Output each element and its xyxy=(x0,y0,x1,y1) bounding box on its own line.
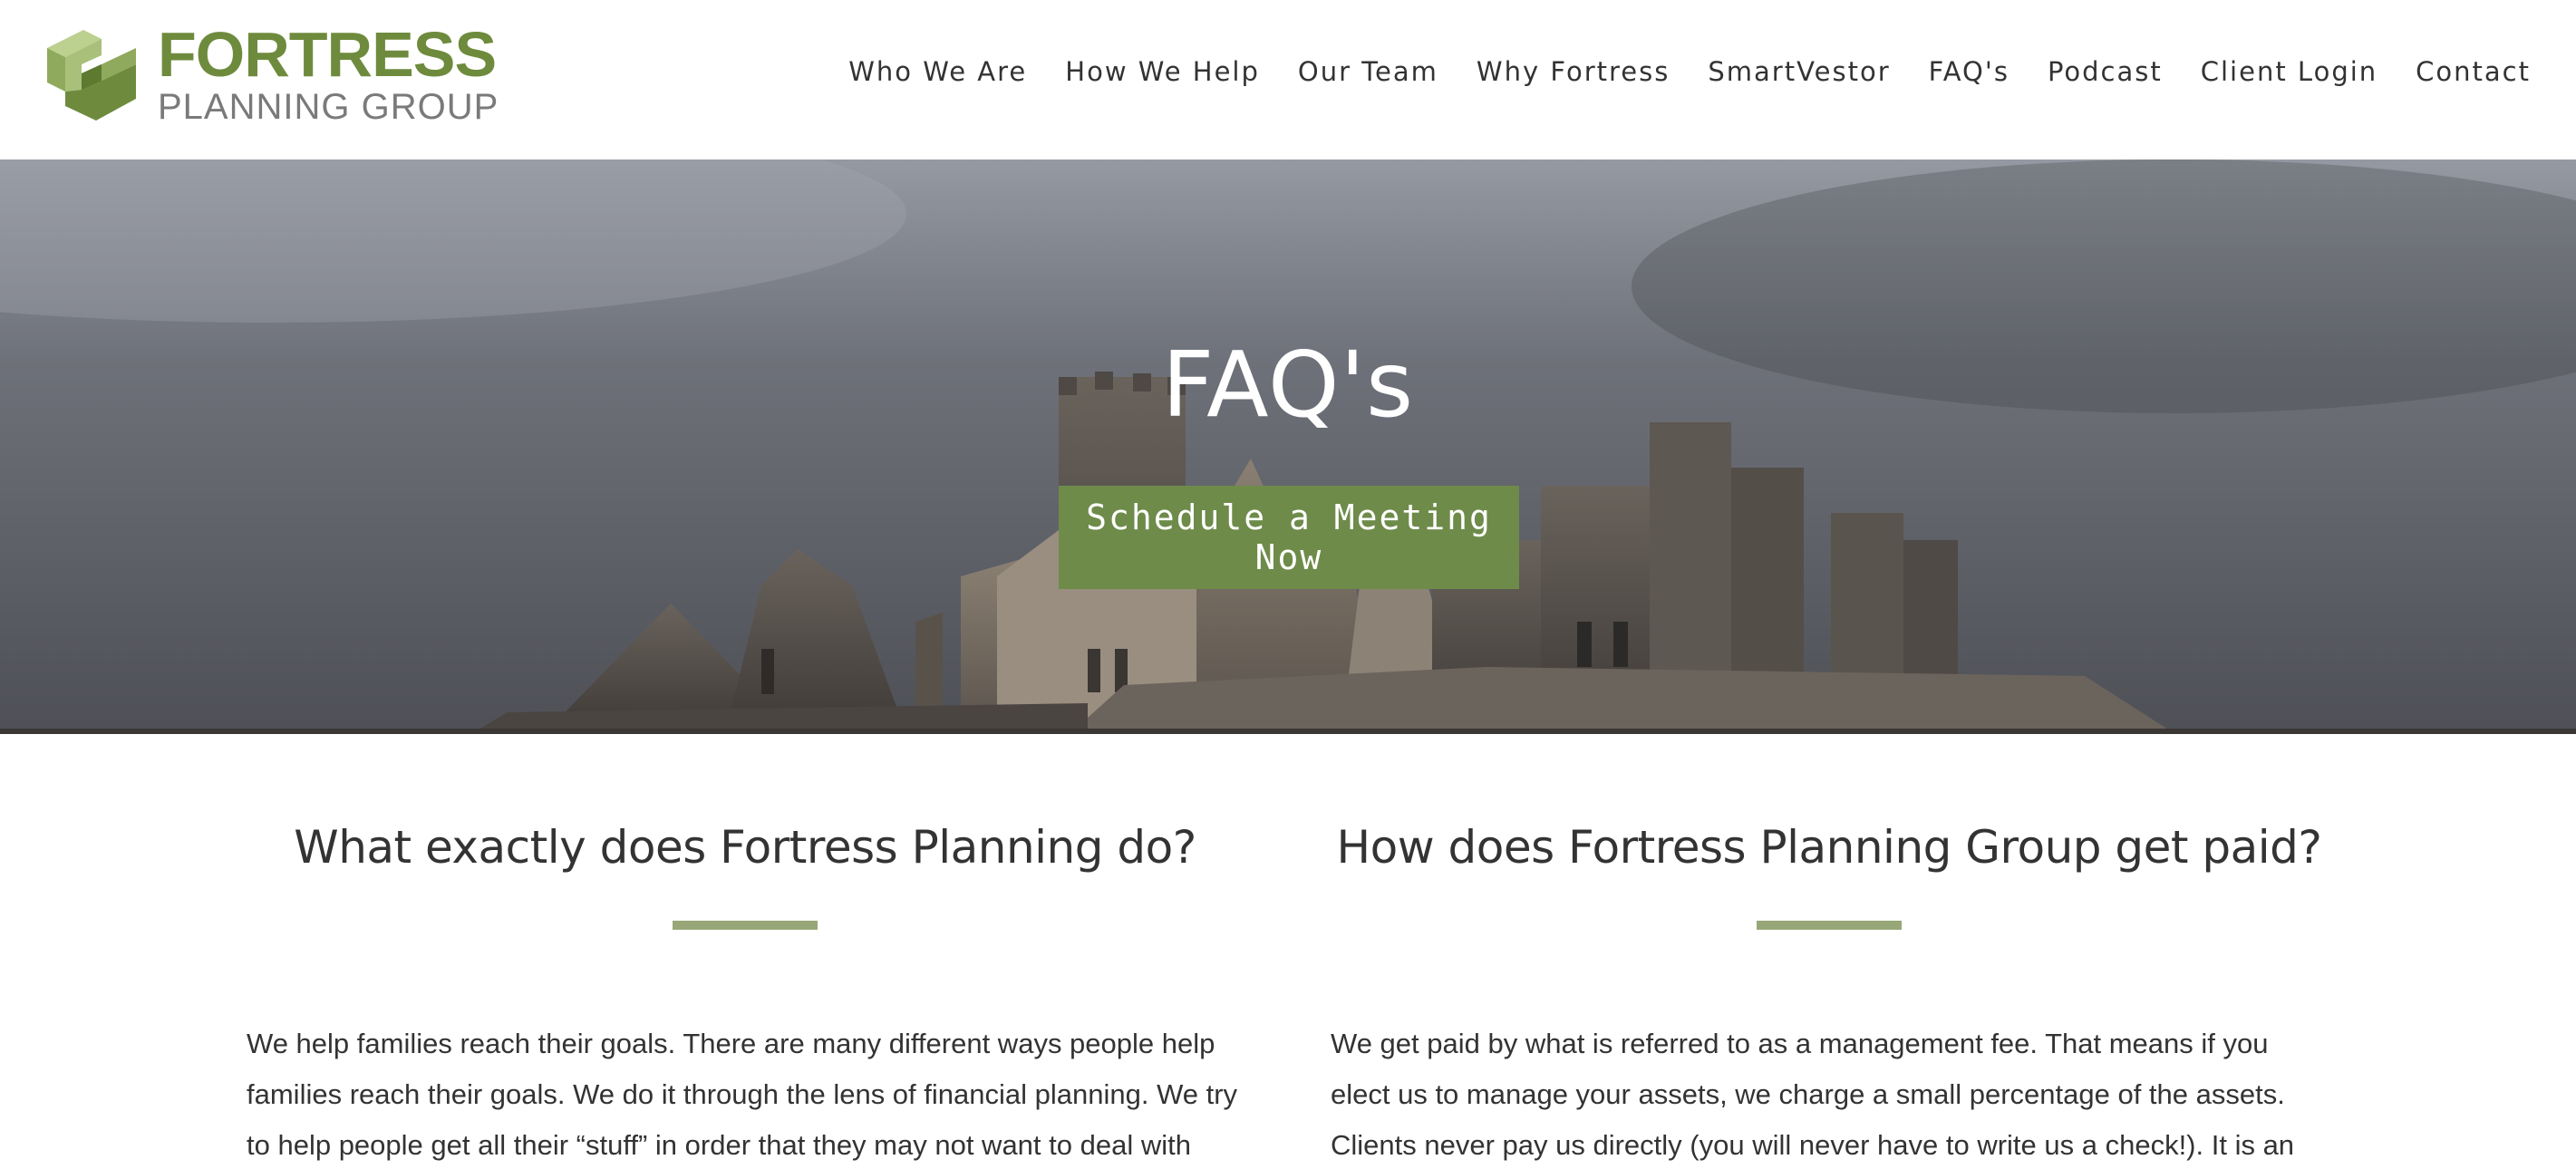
faq-answer: We help families reach their goals. Ther… xyxy=(247,1028,1238,1161)
nav-contact[interactable]: Contact xyxy=(2416,56,2531,87)
nav-why-fortress[interactable]: Why Fortress xyxy=(1477,56,1670,87)
logo-subtitle: PLANNING GROUP xyxy=(158,87,499,127)
schedule-meeting-button[interactable]: Schedule a Meeting Now xyxy=(1059,486,1519,589)
nav-who-we-are[interactable]: Who We Are xyxy=(848,56,1027,87)
logo-title: FORTRESS xyxy=(158,19,497,90)
nav-our-team[interactable]: Our Team xyxy=(1298,56,1438,87)
castle-ruins-image xyxy=(0,159,2576,734)
fortress-logo-icon xyxy=(47,30,136,121)
faq-question: How does Fortress Planning Group get pai… xyxy=(1336,821,2322,874)
main-nav: Who We Are How We Help Our Team Why Fort… xyxy=(810,56,2531,87)
nav-podcast[interactable]: Podcast xyxy=(2048,56,2163,87)
logo[interactable]: FORTRESS PLANNING GROUP xyxy=(45,19,499,127)
hero-banner: FAQ's Schedule a Meeting Now xyxy=(0,159,2576,734)
site-header: FORTRESS PLANNING GROUP Who We Are How W… xyxy=(0,0,2576,159)
faq-question: What exactly does Fortress Planning do? xyxy=(294,821,1196,874)
nav-how-we-help[interactable]: How We Help xyxy=(1065,56,1260,87)
hero-title: FAQ's xyxy=(1161,332,1415,438)
faq-item: How does Fortress Planning Group get pai… xyxy=(1331,821,2328,1169)
nav-client-login[interactable]: Client Login xyxy=(2201,56,2377,87)
faq-answer: We get paid by what is referred to as a … xyxy=(1331,1028,2295,1161)
accent-divider xyxy=(1757,921,1902,930)
nav-smartvestor[interactable]: SmartVestor xyxy=(1708,56,1890,87)
nav-faqs[interactable]: FAQ's xyxy=(1929,56,2009,87)
accent-divider xyxy=(673,921,818,930)
faq-item: What exactly does Fortress Planning do? … xyxy=(247,821,1244,1169)
